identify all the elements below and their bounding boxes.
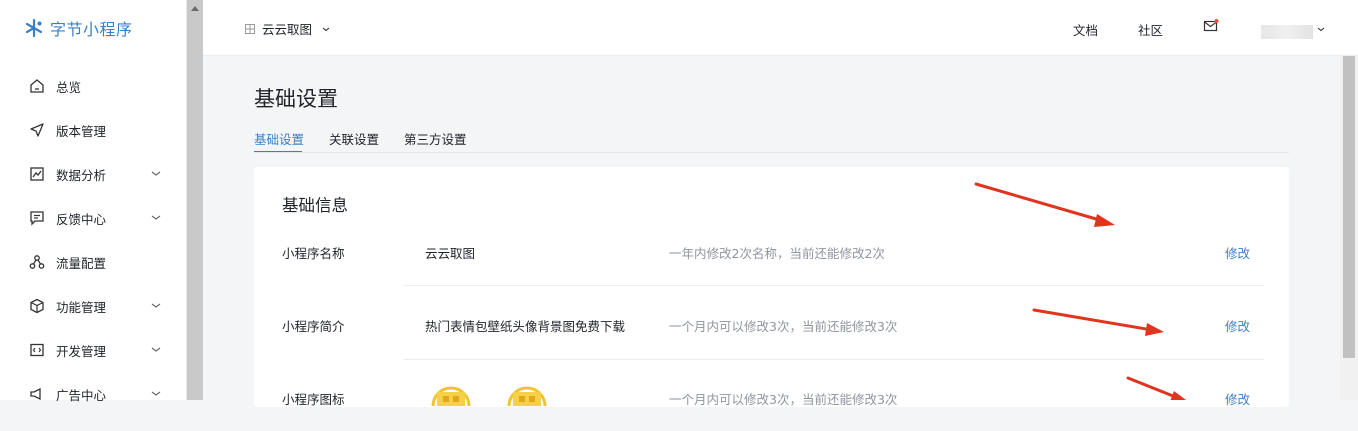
sidebar-item-label: 版本管理 [56,123,107,139]
sidebar-item-analytics[interactable]: 数据分析 [0,159,187,189]
code-icon [30,343,44,357]
cube-icon [30,298,44,314]
sidebar-item-development[interactable]: 开发管理 [0,335,187,365]
app-name: 云云取图 [262,22,313,37]
sidebar-item-label: 总览 [56,79,82,95]
sidebar-item-label: 开发管理 [56,343,107,359]
sidebar-item-features[interactable]: 功能管理 [0,291,187,321]
docs-link[interactable]: 文档 [1073,20,1098,39]
logo-icon [25,18,43,38]
tab-basic-settings[interactable]: 基础设置 [254,129,304,148]
tabs-divider [254,152,1289,153]
edit-intro-link[interactable]: 修改 [1225,316,1250,335]
chevron-down-icon [151,347,161,352]
row-app-icon: 小程序图标 一个月内可以修改3次，当前还能修改3次 修改 [254,359,1289,431]
home-icon [30,79,44,93]
row-value: 热门表情包壁纸头像背景图免费下载 [425,319,626,334]
edit-icon-link[interactable]: 修改 [1225,389,1250,408]
row-value: 云云取图 [425,246,476,261]
basic-info-card: 基础信息 小程序名称 云云取图 一年内修改2次名称，当前还能修改2次 修改 小程… [254,167,1289,407]
app-grid-icon [245,23,255,34]
main-scrollbar[interactable] [1340,56,1358,400]
row-app-intro: 小程序简介 热门表情包壁纸头像背景图免费下载 一个月内可以修改3次，当前还能修改… [254,286,1289,358]
message-icon [30,211,44,226]
app-icon-thumbnail [431,386,471,406]
chevron-down-icon [151,215,161,220]
sidebar-item-label: 反馈中心 [56,211,107,227]
row-hint: 一年内修改2次名称，当前还能修改2次 [669,246,885,261]
sidebar: 字节小程序 总览 版本管理 数据分析 反馈中心 流量配置 功能管理 开发管理 广… [0,0,187,403]
chevron-down-icon [151,391,161,396]
chevron-down-icon [151,171,161,176]
scroll-thumb[interactable] [1343,56,1355,358]
sidebar-item-feedback[interactable]: 反馈中心 [0,203,187,233]
sidebar-scrollbar[interactable] [187,0,203,400]
app-icon-round-thumbnail [507,386,547,406]
logo[interactable]: 字节小程序 [24,14,133,42]
send-icon [30,123,44,137]
row-hint: 一个月内可以修改3次，当前还能修改3次 [669,319,898,334]
row-hint: 一个月内可以修改3次，当前还能修改3次 [669,392,898,407]
row-label: 小程序简介 [282,319,345,334]
sidebar-item-label: 功能管理 [56,299,107,315]
app-switcher[interactable]: 云云取图 [245,19,331,38]
mail-icon[interactable] [1203,18,1219,34]
row-label: 小程序图标 [282,392,345,407]
user-avatar[interactable] [1261,25,1313,39]
edit-name-link[interactable]: 修改 [1225,243,1250,262]
row-app-name: 小程序名称 云云取图 一年内修改2次名称，当前还能修改2次 修改 [254,214,1289,286]
page-title: 基础设置 [254,87,338,111]
sidebar-item-label: 广告中心 [56,387,107,403]
tab-linked-settings[interactable]: 关联设置 [329,129,379,148]
community-link[interactable]: 社区 [1138,20,1163,39]
sidebar-item-traffic[interactable]: 流量配置 [0,247,187,277]
sidebar-item-label: 数据分析 [56,167,107,183]
tab-third-party-settings[interactable]: 第三方设置 [404,129,467,148]
row-label: 小程序名称 [282,246,345,261]
traffic-icon [29,255,45,269]
scroll-up-arrow-icon[interactable] [191,6,199,11]
top-bar: 云云取图 文档 社区 [203,0,1358,56]
chart-icon [30,167,44,181]
sidebar-item-overview[interactable]: 总览 [0,71,187,101]
sidebar-item-versions[interactable]: 版本管理 [0,115,187,145]
logo-text: 字节小程序 [50,20,133,39]
sidebar-item-label: 流量配置 [56,255,107,271]
sidebar-item-ads[interactable]: 广告中心 [0,379,187,409]
chevron-down-icon [151,303,161,308]
chevron-down-icon[interactable] [1316,24,1326,34]
chevron-down-icon [322,27,330,31]
card-title: 基础信息 [282,196,348,215]
